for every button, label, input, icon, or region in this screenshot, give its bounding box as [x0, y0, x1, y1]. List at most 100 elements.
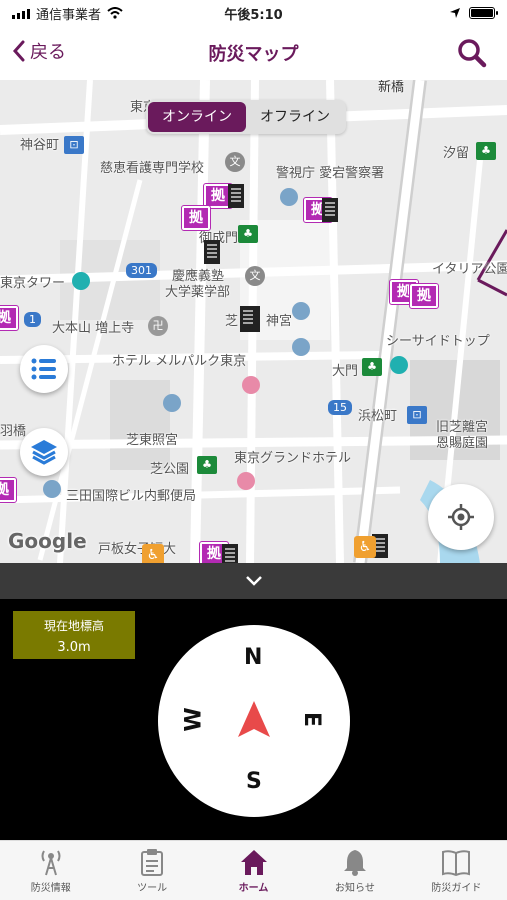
map-label-keio2: 大学薬学部: [165, 285, 231, 300]
evacuation-base-marker[interactable]: 拠: [181, 205, 211, 231]
list-icon: [31, 358, 56, 380]
subway-icon[interactable]: ⊡: [64, 136, 84, 154]
route-1-sign: 1: [24, 312, 41, 327]
crosshair-icon: [448, 504, 474, 530]
map-label-shibatoshogu: 芝東照宮: [126, 433, 179, 448]
offline-tab[interactable]: オフライン: [246, 102, 344, 132]
map-label-kyushiba2: 恩賜庭園: [436, 436, 489, 451]
hotel-pin-icon[interactable]: [242, 376, 260, 394]
route-301-sign: 301: [126, 263, 157, 278]
map-label-toita: 戸板女子短大: [98, 542, 177, 557]
park-icon-shiodome[interactable]: ♣: [476, 142, 496, 160]
page-title: 防災マップ: [208, 44, 299, 65]
tab-disaster-info[interactable]: 防災情報: [0, 841, 101, 900]
park-icon-onarimon[interactable]: ♣: [238, 225, 258, 243]
map-label-zojoji: 大本山 増上寺: [52, 321, 135, 336]
hotel-pin-icon-grand[interactable]: [237, 472, 255, 490]
online-tab[interactable]: オンライン: [148, 102, 246, 132]
signal-icon: [12, 7, 30, 19]
map-label-shiodome: 汐留: [443, 146, 470, 161]
tab-notices[interactable]: お知らせ: [304, 841, 405, 900]
book-icon: [442, 849, 471, 876]
search-icon: [458, 39, 487, 68]
chevron-down-icon: [245, 576, 262, 586]
tab-bar: 防災情報 ツール ホーム お知らせ 防災ガイド: [0, 840, 507, 900]
tab-home[interactable]: ホーム: [203, 841, 304, 900]
back-button[interactable]: 戻る: [12, 38, 66, 64]
list-button[interactable]: [20, 345, 68, 393]
evacuation-base-marker[interactable]: 拠: [0, 305, 19, 331]
status-bar: 通信事業者 午後5:10: [0, 0, 507, 26]
map-label-jikei: 慈恵看護専門学校: [100, 161, 205, 176]
layers-button[interactable]: [20, 428, 68, 476]
map-label-grandhotel: 東京グランドホテル: [234, 451, 352, 466]
teal-pin-icon[interactable]: [390, 356, 408, 374]
bell-icon: [343, 849, 366, 876]
map-label-shiba: 芝: [225, 314, 239, 329]
map-label-mita: 三田国際ビル内郵便局: [66, 489, 197, 504]
map-label-shibakoen: 芝公園: [150, 462, 190, 477]
chevron-left-icon: [12, 40, 25, 62]
search-button[interactable]: [457, 38, 487, 72]
building-marker[interactable]: [322, 198, 338, 222]
map-label-kamiyacho: 神谷町: [20, 138, 60, 153]
map-label-tower: 東京タワー: [0, 276, 66, 291]
wifi-icon: [107, 7, 123, 19]
elevation-title: 現在地標高: [43, 619, 104, 633]
wheelchair-icon[interactable]: ♿: [142, 544, 164, 563]
evacuation-base-marker[interactable]: 拠: [0, 477, 17, 503]
tab-label: ホーム: [238, 882, 269, 894]
tab-tools[interactable]: ツール: [101, 841, 202, 900]
collapse-panel-button[interactable]: [0, 563, 507, 599]
route-15-sign: 15: [328, 400, 352, 415]
station-icon[interactable]: ⊡: [407, 406, 427, 424]
carrier-label: 通信事業者: [36, 7, 102, 23]
compass: N E S W: [158, 625, 350, 817]
wheelchair-icon[interactable]: ♿: [354, 536, 376, 558]
antenna-icon: [41, 849, 61, 875]
compass-east: E: [299, 711, 325, 728]
temple-icon[interactable]: 卍: [148, 316, 168, 336]
back-label: 戻る: [30, 42, 66, 63]
tower-pin-icon[interactable]: [72, 272, 90, 290]
tab-label: ツール: [137, 882, 168, 894]
building-marker[interactable]: [204, 240, 220, 264]
building-marker[interactable]: [228, 184, 244, 208]
current-location-button[interactable]: [428, 484, 494, 550]
shrine-pin-icon[interactable]: [292, 302, 310, 320]
home-icon: [240, 849, 267, 875]
map-view[interactable]: 新橋 東京 神谷町 慈恵看護専門学校 警視庁 愛宕警察署 汐留 御成門 慶應義塾…: [0, 80, 507, 563]
map-label-shibajinja: 神宮: [266, 314, 293, 329]
map-label-hashi: 羽橋: [0, 424, 27, 439]
map-label-daimon: 大門: [332, 364, 359, 379]
shrine-pin-icon-toshogu[interactable]: [163, 394, 181, 412]
tab-label: 防災情報: [30, 882, 71, 894]
battery-icon: [469, 7, 498, 19]
building-marker-selected[interactable]: [240, 306, 260, 332]
school-icon[interactable]: 文: [225, 152, 245, 172]
map-label-seaside: シーサイドトップ: [386, 334, 490, 349]
elevation-value: 3.0m: [57, 640, 91, 655]
map-label-shinbashi: 新橋: [378, 80, 405, 95]
online-offline-toggle[interactable]: オンライン オフライン: [146, 100, 346, 134]
google-logo: Google: [8, 529, 87, 553]
map-label-hotel: ホテル メルパルク東京: [112, 354, 247, 369]
post-office-pin-icon[interactable]: [43, 480, 61, 498]
tab-guide[interactable]: 防災ガイド: [406, 841, 507, 900]
tab-label: お知らせ: [335, 882, 375, 894]
police-icon[interactable]: [280, 188, 298, 206]
layers-icon: [31, 440, 57, 465]
compass-panel: 現在地標高 3.0m N E S W: [0, 599, 507, 840]
tab-label: 防災ガイド: [431, 882, 482, 894]
navigation-bar: 戻る 防災マップ: [0, 26, 507, 80]
school-icon-keio[interactable]: 文: [245, 266, 265, 286]
location-arrow-icon: [450, 8, 460, 18]
evacuation-base-marker[interactable]: 拠: [409, 283, 439, 309]
pin-icon[interactable]: [292, 338, 310, 356]
map-label-italy: イタリア公園: [432, 262, 507, 277]
park-icon-daimon[interactable]: ♣: [362, 358, 382, 376]
building-marker[interactable]: [222, 544, 238, 563]
compass-south: S: [246, 769, 262, 794]
map-label-keishicho: 警視庁 愛宕警察署: [276, 166, 385, 181]
park-icon-shibakoen[interactable]: ♣: [197, 456, 217, 474]
